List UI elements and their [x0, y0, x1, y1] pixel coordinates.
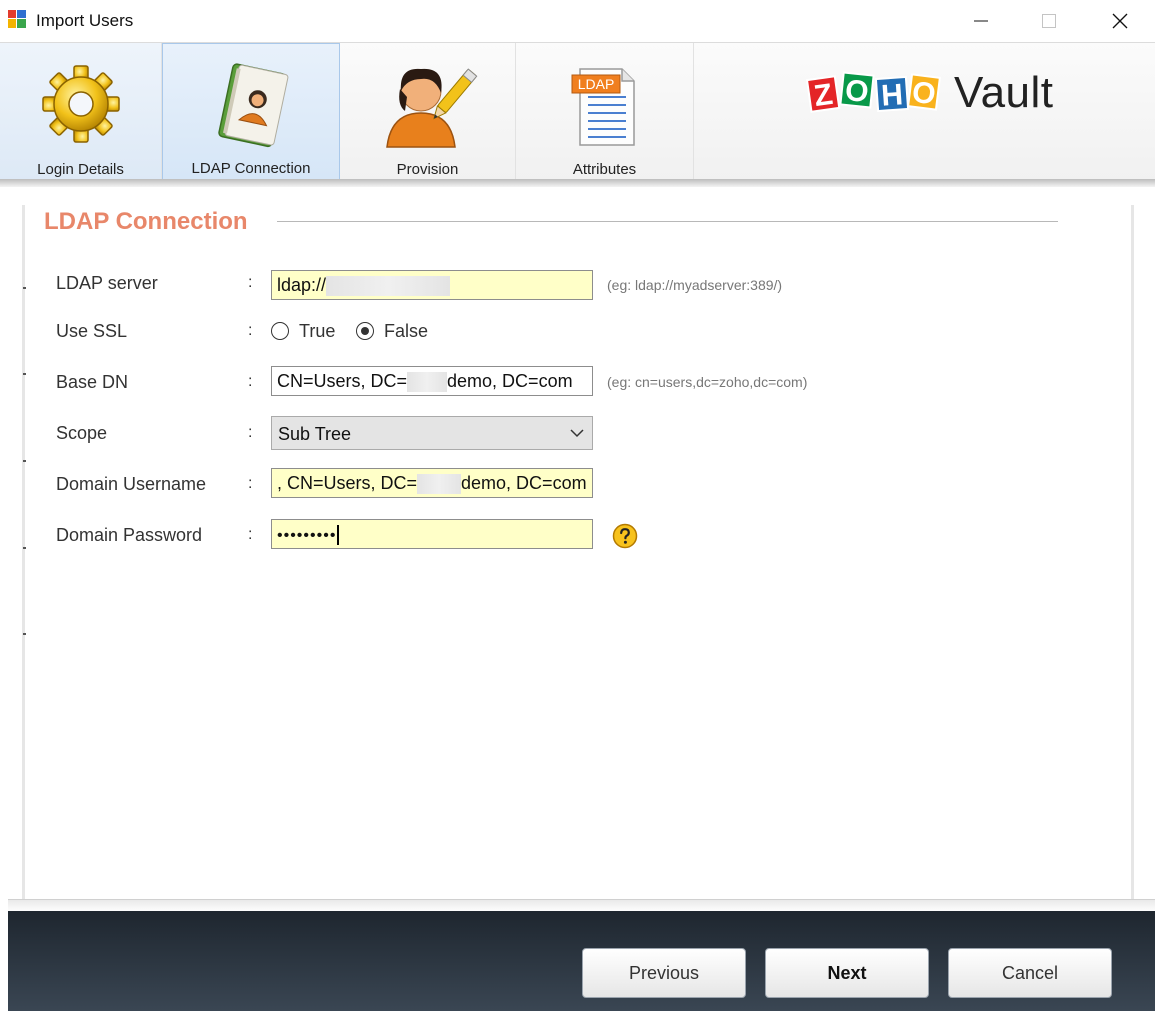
zoho-logo-mark: Z O H O — [806, 71, 941, 113]
ruler-tick — [23, 547, 26, 549]
section-divider — [277, 221, 1058, 222]
title-bar: Import Users — [0, 0, 1155, 42]
base-dn-hint: (eg: cn=users,dc=zoho,dc=com) — [607, 374, 808, 390]
chevron-down-icon — [570, 429, 584, 438]
base-dn-value-prefix: CN=Users, DC= — [277, 371, 408, 391]
tab-attributes[interactable]: LDAP Attributes — [516, 43, 694, 180]
close-button[interactable] — [1097, 0, 1143, 42]
domain-password-label: Domain Password — [56, 525, 203, 545]
domain-username-input[interactable]: , CN=Users, DC= demo, DC=com — [271, 468, 593, 498]
base-dn-value-suffix: demo, DC=com — [447, 371, 573, 391]
tab-provision[interactable]: Provision — [340, 43, 516, 180]
tab-ldap-connection[interactable]: LDAP Connection — [162, 43, 340, 180]
ssl-true-radio[interactable] — [271, 322, 289, 340]
cancel-button[interactable]: Cancel — [948, 948, 1112, 998]
use-ssl-label: Use SSL — [56, 321, 128, 341]
section-title: LDAP Connection — [44, 208, 248, 235]
minimize-button[interactable] — [958, 0, 1004, 42]
redacted-text — [326, 276, 451, 297]
ldap-server-value: ldap:// — [277, 275, 327, 295]
ldap-document-icon: LDAP — [571, 68, 635, 146]
password-mask: ••••••••• — [277, 527, 337, 544]
logo-letter: O — [844, 74, 871, 109]
maximize-button[interactable] — [1026, 0, 1072, 42]
app-icon — [8, 10, 26, 28]
ssl-false-label[interactable]: False — [384, 321, 428, 342]
colon: : — [248, 373, 253, 390]
address-book-icon — [218, 63, 289, 148]
logo-letter: H — [880, 78, 904, 112]
tab-login-details[interactable]: Login Details — [0, 43, 162, 180]
ruler-tick — [23, 633, 26, 635]
domain-username-value-prefix: , CN=Users, DC= — [277, 473, 418, 493]
colon: : — [248, 475, 253, 492]
colon: : — [248, 526, 253, 543]
next-button[interactable]: Next — [765, 948, 929, 998]
ssl-false-radio[interactable] — [356, 322, 374, 340]
redacted-text — [417, 474, 462, 495]
ruler-tick — [23, 373, 26, 375]
tab-label: Login Details — [37, 161, 124, 178]
maximize-icon — [1042, 14, 1056, 28]
domain-password-input[interactable]: ••••••••• — [271, 519, 593, 549]
previous-button[interactable]: Previous — [582, 948, 746, 998]
base-dn-label: Base DN — [56, 372, 129, 392]
logo-product-name: Vault — [954, 68, 1054, 117]
base-dn-input[interactable]: CN=Users, DC= demo, DC=com — [271, 366, 593, 396]
redacted-text — [407, 372, 448, 393]
ldap-server-hint: (eg: ldap://myadserver:389/) — [607, 277, 783, 293]
toolbar-shadow — [0, 179, 1155, 187]
ruler-tick — [23, 460, 26, 462]
colon: : — [248, 424, 253, 441]
colon: : — [248, 274, 253, 291]
scope-dropdown[interactable]: Sub Tree — [271, 416, 593, 450]
close-icon — [1112, 13, 1128, 29]
help-icon[interactable] — [612, 523, 638, 549]
minimize-icon — [974, 20, 988, 22]
colon: : — [248, 322, 253, 339]
scope-selected: Sub Tree — [278, 424, 352, 444]
scope-label: Scope — [56, 423, 108, 443]
user-edit-icon — [385, 68, 477, 148]
domain-username-label: Domain Username — [56, 474, 207, 494]
gear-icon — [41, 65, 120, 143]
zoho-vault-logo: Z O H O Vault — [806, 63, 1054, 123]
ruler-tick — [23, 287, 26, 289]
ldap-badge-text: LDAP — [577, 76, 614, 92]
ldap-server-label: LDAP server — [56, 273, 158, 293]
content-panel — [22, 205, 1134, 899]
domain-username-value-suffix: demo, DC=com — [461, 473, 587, 493]
ldap-server-input[interactable]: ldap:// — [271, 270, 593, 300]
tab-label: Provision — [396, 161, 459, 178]
tab-label: Attributes — [572, 161, 637, 178]
ssl-true-label[interactable]: True — [299, 321, 335, 342]
text-caret — [337, 525, 339, 546]
window-title: Import Users — [36, 11, 134, 30]
logo-letter: O — [910, 76, 937, 112]
tab-label: LDAP Connection — [191, 160, 311, 177]
wizard-step-bar: Login Details LDAP Connection Provision … — [0, 42, 1155, 180]
